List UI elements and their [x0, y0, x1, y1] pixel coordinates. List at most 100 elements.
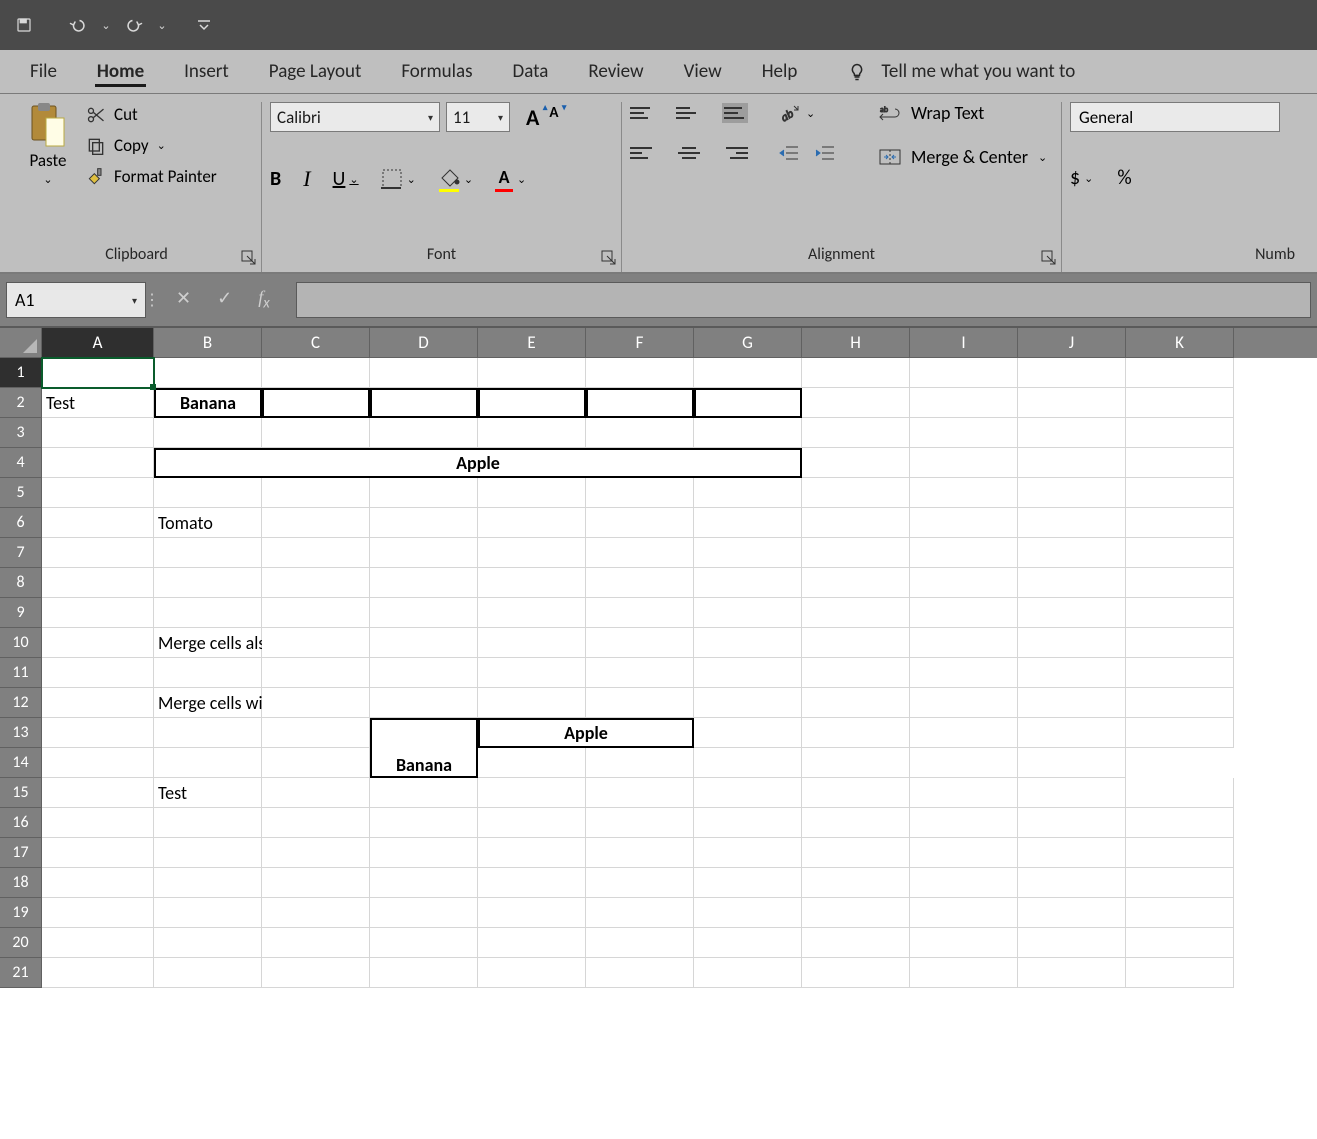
cell-G21[interactable]	[694, 958, 802, 988]
cell-J9[interactable]	[1018, 598, 1126, 628]
cell-G9[interactable]	[694, 598, 802, 628]
cell-F1[interactable]	[586, 358, 694, 388]
cell-B13[interactable]	[154, 718, 262, 748]
cell-D12[interactable]	[370, 688, 478, 718]
cell-I2[interactable]	[910, 388, 1018, 418]
cell-C5[interactable]	[262, 478, 370, 508]
cell-H4[interactable]	[802, 448, 910, 478]
cell-B10[interactable]: Merge cells also over multiple rows by V…	[154, 628, 262, 658]
cell-E16[interactable]	[478, 808, 586, 838]
cell-D16[interactable]	[370, 808, 478, 838]
cell-C11[interactable]	[262, 658, 370, 688]
cell-K8[interactable]	[1126, 568, 1234, 598]
cell-G20[interactable]	[694, 928, 802, 958]
cell-J16[interactable]	[1018, 808, 1126, 838]
cell-C10[interactable]	[262, 628, 370, 658]
cell-D3[interactable]	[370, 418, 478, 448]
row-header-5[interactable]: 5	[0, 478, 42, 508]
cell-D13[interactable]: Banana	[370, 718, 478, 778]
column-header-G[interactable]: G	[694, 328, 802, 358]
accept-formula-button[interactable]: ✓	[217, 287, 232, 313]
cell-K18[interactable]	[1126, 868, 1234, 898]
cell-J11[interactable]	[1018, 658, 1126, 688]
cell-C1[interactable]	[262, 358, 370, 388]
cell-A1[interactable]	[42, 358, 154, 388]
cell-K12[interactable]	[1126, 688, 1234, 718]
cell-D9[interactable]	[370, 598, 478, 628]
cell-G13[interactable]	[694, 718, 802, 748]
cell-J3[interactable]	[1018, 418, 1126, 448]
tab-data[interactable]: Data	[493, 50, 569, 93]
italic-button[interactable]: I	[303, 166, 310, 192]
cell-H13[interactable]	[802, 718, 910, 748]
cell-D20[interactable]	[370, 928, 478, 958]
cell-K1[interactable]	[1126, 358, 1234, 388]
cell-B19[interactable]	[154, 898, 262, 928]
column-header-B[interactable]: B	[154, 328, 262, 358]
cell-A16[interactable]	[42, 808, 154, 838]
formula-input[interactable]	[296, 282, 1311, 318]
row-header-12[interactable]: 12	[0, 688, 42, 718]
cell-E17[interactable]	[478, 838, 586, 868]
column-header-K[interactable]: K	[1126, 328, 1234, 358]
cell-E3[interactable]	[478, 418, 586, 448]
cell-A13[interactable]	[42, 718, 154, 748]
cell-C17[interactable]	[262, 838, 370, 868]
cell-I14[interactable]	[802, 748, 910, 778]
cell-D7[interactable]	[370, 538, 478, 568]
cell-B18[interactable]	[154, 868, 262, 898]
cell-H17[interactable]	[802, 838, 910, 868]
cell-K7[interactable]	[1126, 538, 1234, 568]
tab-review[interactable]: Review	[568, 50, 663, 93]
cell-K15[interactable]	[1126, 778, 1234, 808]
column-header-F[interactable]: F	[586, 328, 694, 358]
cell-E1[interactable]	[478, 358, 586, 388]
cut-button[interactable]: Cut	[86, 104, 217, 125]
cell-I11[interactable]	[910, 658, 1018, 688]
tab-home[interactable]: Home	[77, 50, 164, 93]
cell-J19[interactable]	[1018, 898, 1126, 928]
row-header-9[interactable]: 9	[0, 598, 42, 628]
font-name-select[interactable]: Calibri ▾	[270, 102, 440, 132]
cell-D2[interactable]	[370, 388, 478, 418]
cell-I21[interactable]	[910, 958, 1018, 988]
cell-K5[interactable]	[1126, 478, 1234, 508]
cell-B7[interactable]	[154, 538, 262, 568]
column-header-A[interactable]: A	[42, 328, 154, 358]
cell-K4[interactable]	[1126, 448, 1234, 478]
increase-indent-button[interactable]	[814, 144, 836, 167]
undo-button[interactable]	[64, 11, 92, 39]
cell-G3[interactable]	[694, 418, 802, 448]
cell-A2[interactable]: Test	[42, 388, 154, 418]
cell-H2[interactable]	[802, 388, 910, 418]
row-header-3[interactable]: 3	[0, 418, 42, 448]
cell-G11[interactable]	[694, 658, 802, 688]
cell-I12[interactable]	[910, 688, 1018, 718]
cell-D15[interactable]	[370, 778, 478, 808]
cell-D19[interactable]	[370, 898, 478, 928]
cell-K13[interactable]	[1126, 718, 1234, 748]
cell-J1[interactable]	[1018, 358, 1126, 388]
row-header-17[interactable]: 17	[0, 838, 42, 868]
cell-J17[interactable]	[1018, 838, 1126, 868]
cell-F8[interactable]	[586, 568, 694, 598]
cell-I17[interactable]	[910, 838, 1018, 868]
percent-format-button[interactable]: %	[1117, 166, 1131, 190]
cell-C13[interactable]	[262, 718, 370, 748]
cell-A9[interactable]	[42, 598, 154, 628]
cell-F6[interactable]	[586, 508, 694, 538]
cell-C21[interactable]	[262, 958, 370, 988]
cell-I7[interactable]	[910, 538, 1018, 568]
cell-F5[interactable]	[586, 478, 694, 508]
cell-H16[interactable]	[802, 808, 910, 838]
cell-C16[interactable]	[262, 808, 370, 838]
decrease-indent-button[interactable]	[778, 144, 800, 167]
cell-D18[interactable]	[370, 868, 478, 898]
cell-E11[interactable]	[478, 658, 586, 688]
cell-F10[interactable]	[586, 628, 694, 658]
cell-E8[interactable]	[478, 568, 586, 598]
cell-J5[interactable]	[1018, 478, 1126, 508]
row-header-1[interactable]: 1	[0, 358, 42, 388]
cell-G18[interactable]	[694, 868, 802, 898]
cell-H5[interactable]	[802, 478, 910, 508]
